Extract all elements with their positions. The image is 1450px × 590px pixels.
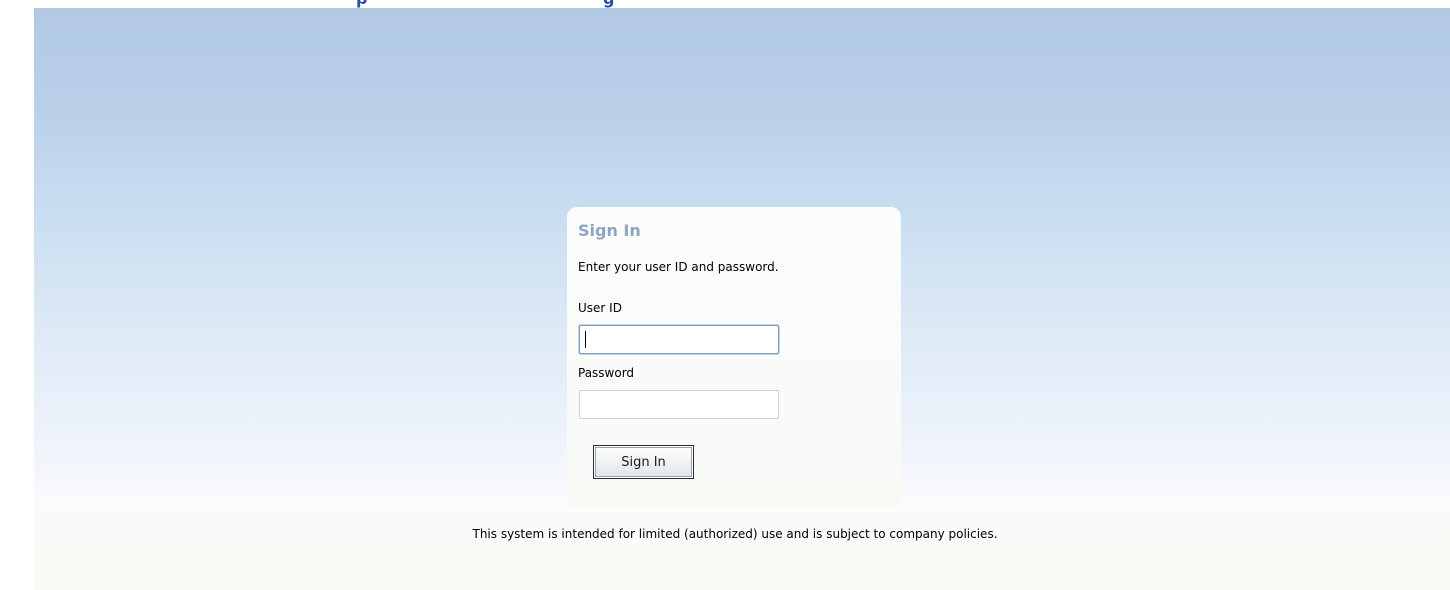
header-banner: p g: [0, 0, 1450, 8]
text-cursor: [585, 331, 586, 348]
usage-notice: This system is intended for limited (aut…: [472, 527, 998, 541]
signin-title: Sign In: [578, 221, 641, 240]
header-title-fragment-left: p: [356, 0, 367, 8]
password-label: Password: [578, 366, 635, 380]
password-input[interactable]: [579, 390, 779, 419]
sign-in-button[interactable]: Sign In: [593, 445, 694, 479]
signin-panel: Sign In Enter your user ID and password.…: [567, 207, 901, 507]
user-id-label: User ID: [578, 301, 622, 315]
signin-instructions: Enter your user ID and password.: [578, 260, 779, 274]
user-id-input[interactable]: [579, 325, 779, 354]
header-title-fragment-right: g: [603, 0, 614, 8]
